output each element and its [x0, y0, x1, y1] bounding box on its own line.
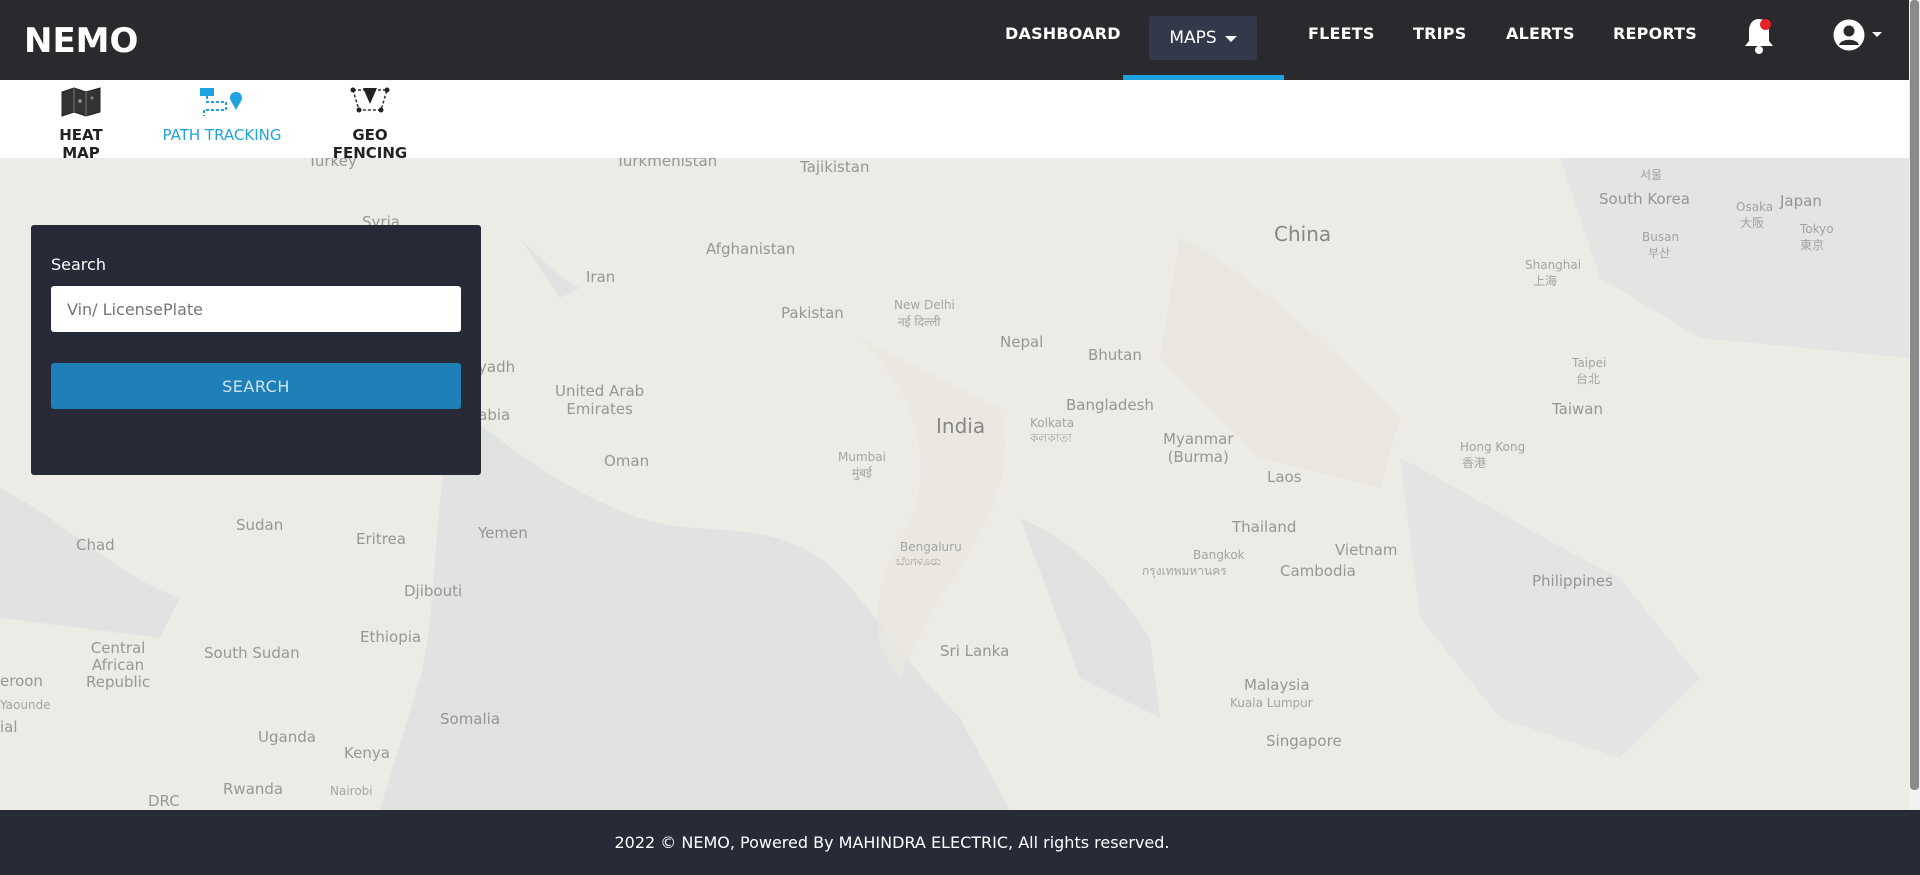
map-label: Mumbai — [838, 450, 886, 464]
tab-heat-map-label: HEAT MAP — [59, 126, 103, 162]
map-label: Kuala Lumpur — [1230, 696, 1313, 710]
map-label: Eritrea — [356, 530, 406, 548]
map-label: Tokyo — [1800, 222, 1834, 236]
map-label: 台北 — [1576, 372, 1601, 386]
map-label: DRC — [148, 792, 180, 810]
tab-heat-map[interactable]: HEAT MAP — [42, 84, 120, 162]
map-label: Sri Lanka — [940, 642, 1010, 660]
map-label: New Delhi — [894, 298, 955, 312]
nav-alerts[interactable]: ALERTS — [1506, 24, 1575, 43]
vin-license-plate-input[interactable] — [51, 286, 461, 332]
tab-path-tracking[interactable]: PATH TRACKING — [162, 84, 282, 144]
map-label: China — [1274, 222, 1332, 246]
map-label: South Korea — [1599, 190, 1690, 208]
map-label: Djibouti — [404, 582, 463, 600]
map-label: Bhutan — [1088, 346, 1142, 364]
maps-subnav: HEAT MAP PATH TRACKING GEO FENCING — [0, 80, 1909, 162]
notification-bell-icon[interactable] — [1742, 16, 1776, 56]
map-label: नई दिल्ली — [898, 315, 941, 329]
map-label: Shanghai — [1525, 258, 1582, 272]
map-label: Rwanda — [223, 780, 284, 798]
map-label: 香港 — [1462, 456, 1487, 470]
search-panel: Search SEARCH — [31, 225, 481, 475]
tab-geo-fencing-label: GEO FENCING — [332, 126, 408, 162]
heat-map-icon — [61, 87, 101, 117]
map-label: 東京 — [1800, 238, 1825, 252]
map-label: Afghanistan — [706, 240, 796, 258]
map-label: Myanmar (Burma) — [1163, 430, 1234, 466]
map-label: কলকাতা — [1030, 431, 1072, 445]
map-label: Philippines — [1532, 572, 1613, 590]
map-label: 서울 — [1640, 168, 1663, 182]
map-label: Taiwan — [1552, 400, 1604, 418]
map-label: Uganda — [258, 728, 316, 746]
map-label: Thailand — [1232, 518, 1297, 536]
scrollbar-thumb[interactable] — [1910, 0, 1919, 790]
map-label: Nepal — [1000, 333, 1044, 351]
map-label: Yemen — [478, 524, 528, 542]
map-label: Somalia — [440, 710, 501, 728]
map-label: Pakistan — [781, 304, 844, 322]
map-label: Bengaluru — [900, 540, 962, 554]
svg-text:NEMO: NEMO — [24, 21, 138, 60]
map-label: Japan — [1780, 192, 1822, 210]
map-label: United Arab Emirates — [555, 382, 645, 418]
nav-reports[interactable]: REPORTS — [1613, 24, 1697, 43]
map-label: Taipei — [1572, 356, 1607, 370]
map-label: मुंबई — [852, 466, 872, 480]
map-label: eroon — [0, 672, 43, 690]
map-label: Singapore — [1266, 732, 1342, 750]
map-label: Sudan — [236, 516, 284, 534]
search-panel-title: Search — [51, 255, 106, 274]
map-label: กรุงเทพมหานคร — [1142, 564, 1227, 578]
geo-fencing-icon — [350, 87, 390, 113]
map-label: India — [936, 414, 986, 438]
top-navbar: NEMO DASHBOARD MAPS FLEETS TRIPS ALERTS … — [0, 0, 1909, 80]
map-label: Oman — [604, 452, 650, 470]
map-label: Kenya — [344, 744, 390, 762]
map-label: Osaka — [1736, 200, 1774, 214]
map-label: ial — [0, 718, 18, 736]
map-label: Hong Kong — [1460, 440, 1526, 454]
nav-maps-label: MAPS — [1169, 28, 1217, 48]
path-tracking-icon — [200, 88, 242, 116]
nav-trips[interactable]: TRIPS — [1413, 24, 1466, 43]
map-label: Iran — [586, 268, 616, 286]
map-label: Cambodia — [1280, 562, 1356, 580]
user-caret-down-icon[interactable] — [1872, 32, 1882, 37]
map-label: yadh — [478, 358, 516, 376]
nemo-logo[interactable]: NEMO — [24, 20, 148, 60]
map-label: 大阪 — [1740, 216, 1765, 230]
nav-dashboard[interactable]: DASHBOARD — [1005, 24, 1121, 43]
map-label: Tajikistan — [800, 158, 870, 176]
user-account-icon[interactable] — [1832, 18, 1866, 52]
caret-down-icon — [1224, 36, 1237, 42]
footer: 2022 © NEMO, Powered By MAHINDRA ELECTRI… — [0, 810, 1920, 875]
map-label: 부산 — [1648, 246, 1671, 260]
map-label: Chad — [76, 536, 115, 554]
map-label: ಬೆಂಗಳೂರು — [896, 554, 941, 568]
map-label: Nairobi — [330, 784, 373, 798]
map-label: Central African Republic — [86, 639, 151, 691]
map-label: Yaounde — [0, 698, 51, 712]
nav-maps-dropdown[interactable]: MAPS — [1149, 16, 1257, 60]
map-label: Vietnam — [1335, 541, 1398, 559]
map-label: Turkmenistan — [616, 158, 718, 170]
notification-dot — [1760, 19, 1771, 30]
tab-geo-fencing[interactable]: GEO FENCING — [318, 84, 422, 162]
map-label: South Sudan — [204, 644, 300, 662]
map-label: 上海 — [1533, 274, 1558, 288]
footer-copyright: 2022 © NEMO, Powered By MAHINDRA ELECTRI… — [614, 833, 1170, 852]
map-label: Busan — [1642, 230, 1680, 244]
map-label: Ethiopia — [360, 628, 422, 646]
map-label: Kolkata — [1030, 416, 1075, 430]
map-label: Bangladesh — [1066, 396, 1154, 414]
search-button[interactable]: SEARCH — [51, 363, 461, 409]
map-label: Malaysia — [1244, 676, 1310, 694]
map-label: Laos — [1267, 468, 1302, 486]
tab-path-tracking-label: PATH TRACKING — [162, 126, 282, 144]
map-label: Bangkok — [1193, 548, 1245, 562]
nav-fleets[interactable]: FLEETS — [1308, 24, 1375, 43]
map-label: Turkey — [308, 158, 357, 170]
